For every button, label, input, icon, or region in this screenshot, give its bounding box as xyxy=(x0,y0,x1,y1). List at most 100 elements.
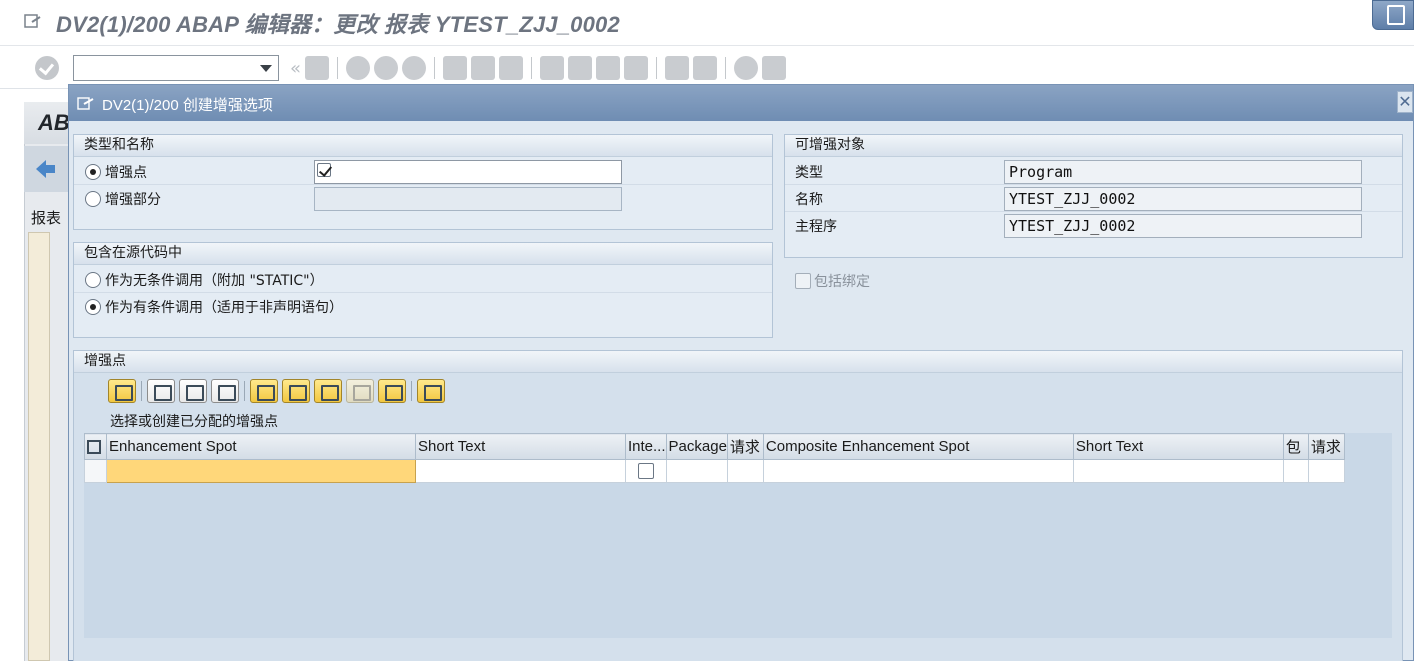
cancel-icon[interactable] xyxy=(402,56,427,80)
radio-label: 增强部分 xyxy=(105,192,161,208)
group-header: 包含在源代码中 xyxy=(74,243,772,265)
command-field[interactable] xyxy=(73,55,279,81)
radio-static-call[interactable] xyxy=(85,272,101,288)
column-header[interactable]: Short Text xyxy=(415,433,626,460)
enter-button[interactable] xyxy=(35,56,59,80)
radio-label: 作为无条件调用（附加 "STATIC"） xyxy=(105,273,324,289)
composite-request-cell[interactable] xyxy=(1307,459,1345,483)
delete-row-icon[interactable] xyxy=(179,379,207,403)
column-header[interactable]: Short Text xyxy=(1072,433,1284,460)
help-icon[interactable] xyxy=(734,56,759,80)
main-program-field: YTEST_ZJJ_0002 xyxy=(1004,214,1362,238)
internal-checkbox[interactable] xyxy=(638,463,654,479)
short-text-cell[interactable] xyxy=(415,459,626,483)
request-cell[interactable] xyxy=(726,459,764,483)
table-row xyxy=(84,459,1345,483)
source-code-group: 包含在源代码中 作为无条件调用（附加 "STATIC"） 作为有条件调用（适用于… xyxy=(73,242,773,338)
edit-document-icon xyxy=(24,14,41,28)
include-binding-checkbox[interactable] xyxy=(795,273,811,289)
radio-enhancement-section[interactable] xyxy=(85,191,101,207)
window-titlebar: DV2(1)/200 ABAP 编辑器：更改 报表 YTEST_ZJJ_0002 xyxy=(0,0,1414,46)
exit-icon[interactable] xyxy=(374,56,399,80)
enhancement-spots-group: 增强点 选择或创建已分配的增强点 Enhancement Spot Short xyxy=(73,350,1403,661)
column-header[interactable]: 请求 xyxy=(1307,433,1345,460)
sort-ascending-icon[interactable] xyxy=(250,379,278,403)
name-field: YTEST_ZJJ_0002 xyxy=(1004,187,1362,211)
next-page-icon[interactable] xyxy=(596,56,621,80)
window-title: DV2(1)/200 ABAP 编辑器：更改 报表 YTEST_ZJJ_0002 xyxy=(56,12,620,37)
new-session-icon[interactable] xyxy=(665,56,690,80)
spots-grid: Enhancement Spot Short Text Inte... Pack… xyxy=(84,433,1392,638)
internal-cell xyxy=(625,459,667,483)
create-row-icon[interactable] xyxy=(147,379,175,403)
print-icon[interactable] xyxy=(443,56,468,80)
composite-short-text-cell[interactable] xyxy=(1072,459,1284,483)
row-conditional-call: 作为有条件调用（适用于非声明语句） xyxy=(74,293,772,320)
select-detail-icon[interactable] xyxy=(108,379,136,403)
row-name: 名称 YTEST_ZJJ_0002 xyxy=(785,185,1402,212)
row-static-call: 作为无条件调用（附加 "STATIC"） xyxy=(74,266,772,293)
filter-icon[interactable] xyxy=(378,379,406,403)
column-header[interactable]: Enhancement Spot xyxy=(106,433,416,460)
column-header[interactable]: Inte... xyxy=(625,433,667,460)
enhancement-spot-input[interactable] xyxy=(314,160,622,184)
first-page-icon[interactable] xyxy=(540,56,565,80)
checkmark-icon xyxy=(317,163,331,177)
row-selector[interactable] xyxy=(84,459,107,483)
enhancement-section-input[interactable] xyxy=(314,187,622,211)
toolbar-separator xyxy=(656,57,658,79)
column-header[interactable]: 包 xyxy=(1282,433,1309,460)
group-header: 类型和名称 xyxy=(74,135,772,157)
field-label: 主程序 xyxy=(795,219,837,235)
find-icon[interactable] xyxy=(314,379,342,403)
row-main-program: 主程序 YTEST_ZJJ_0002 xyxy=(785,212,1402,239)
close-button[interactable]: ✕ xyxy=(1397,91,1413,113)
include-binding-label: 包括绑定 xyxy=(814,274,870,290)
column-header[interactable]: 请求 xyxy=(726,433,764,460)
report-label: 报表 xyxy=(31,209,62,227)
enhancement-spot-cell[interactable] xyxy=(106,459,416,483)
layout-icon[interactable] xyxy=(417,379,445,403)
editor-gutter xyxy=(28,232,50,661)
find-next-icon[interactable] xyxy=(499,56,524,80)
find-icon[interactable] xyxy=(471,56,496,80)
group-header: 增强点 xyxy=(74,351,1402,373)
radio-conditional-call[interactable] xyxy=(85,299,101,315)
chevron-down-icon[interactable] xyxy=(260,65,272,72)
radio-label: 增强点 xyxy=(105,165,147,181)
collapse-icon[interactable]: « xyxy=(290,58,301,79)
shortcut-icon[interactable] xyxy=(693,56,718,80)
last-page-icon[interactable] xyxy=(624,56,649,80)
dialog-title: DV2(1)/200 创建增强选项 xyxy=(102,97,273,114)
editor-tab: AB xyxy=(24,102,74,144)
previous-page-icon[interactable] xyxy=(568,56,593,80)
back-icon[interactable] xyxy=(346,56,371,80)
sort-descending-icon[interactable] xyxy=(282,379,310,403)
standard-toolbar: « xyxy=(0,47,1414,89)
layout-menu-icon[interactable] xyxy=(762,56,787,80)
select-all-header[interactable] xyxy=(84,433,107,460)
customize-layout-button[interactable] xyxy=(1372,0,1414,30)
toolbar-icons: « xyxy=(290,56,787,80)
toolbar-separator xyxy=(337,57,339,79)
package-cell[interactable] xyxy=(665,459,728,483)
save-icon[interactable] xyxy=(305,56,330,80)
create-enhancement-dialog: DV2(1)/200 创建增强选项 ✕ 类型和名称 增强点 增强部分 包含在源代… xyxy=(68,84,1414,661)
edit-document-icon xyxy=(77,97,94,110)
group-header: 可增强对象 xyxy=(785,135,1402,157)
composite-spot-cell[interactable] xyxy=(762,459,1074,483)
radio-enhancement-spot[interactable] xyxy=(85,164,101,180)
enhanceable-object-group: 可增强对象 类型 Program 名称 YTEST_ZJJ_0002 主程序 Y… xyxy=(784,134,1403,258)
table-caption: 选择或创建已分配的增强点 xyxy=(110,414,278,430)
back-arrow-icon[interactable] xyxy=(24,146,74,192)
type-name-group: 类型和名称 增强点 增强部分 xyxy=(73,134,773,230)
toolbar-separator xyxy=(141,381,142,401)
column-header[interactable]: Composite Enhancement Spot xyxy=(762,433,1074,460)
field-label: 类型 xyxy=(795,165,823,181)
toolbar-separator xyxy=(531,57,533,79)
copy-row-icon[interactable] xyxy=(211,379,239,403)
composite-package-cell[interactable] xyxy=(1282,459,1309,483)
find-next-icon[interactable] xyxy=(346,379,374,403)
row-enhancement-spot: 增强点 xyxy=(74,158,772,185)
column-header[interactable]: Package xyxy=(665,433,728,460)
